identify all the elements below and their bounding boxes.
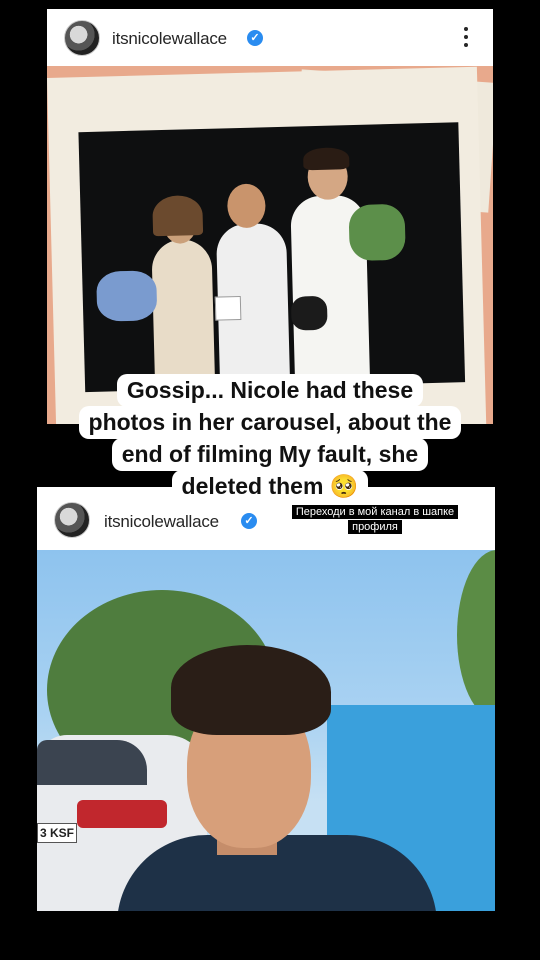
profile-avatar[interactable] bbox=[54, 502, 90, 538]
person-shirt bbox=[117, 835, 437, 911]
instagram-post-card-1: itsnicolewallace ✓ bbox=[47, 9, 493, 424]
instagram-post-card-2: itsnicolewallace ✓ 3 KSF bbox=[37, 487, 495, 911]
person-hair bbox=[171, 645, 331, 735]
polaroid-frame bbox=[47, 66, 487, 424]
username[interactable]: itsnicolewallace bbox=[104, 512, 219, 532]
car-taillight bbox=[77, 800, 167, 828]
caption-line-1: Gossip... Nicole had these bbox=[0, 374, 540, 407]
caption-line-4: deleted them 🥺 bbox=[0, 470, 540, 503]
tree-right bbox=[457, 550, 495, 720]
verified-badge-icon: ✓ bbox=[241, 513, 257, 529]
promo-line-2: профиля bbox=[348, 520, 402, 534]
username[interactable]: itsnicolewallace bbox=[112, 29, 227, 49]
post-photo bbox=[47, 66, 493, 424]
caption-line-2: photos in her carousel, about the bbox=[0, 406, 540, 439]
promo-line-1: Переходи в мой канал в шапке bbox=[291, 505, 459, 519]
clapperboard bbox=[214, 296, 242, 321]
polaroid-image bbox=[78, 122, 466, 393]
car-window bbox=[37, 740, 147, 785]
person-right-hair bbox=[302, 147, 350, 171]
dark-bouquet bbox=[290, 295, 328, 331]
post-header: itsnicolewallace ✓ bbox=[47, 9, 493, 65]
person-left-hair bbox=[152, 194, 204, 237]
bouquet-left bbox=[96, 270, 158, 322]
post-photo: 3 KSF bbox=[37, 550, 495, 911]
caption-line-3: end of filming My fault, she bbox=[0, 438, 540, 471]
person-left bbox=[151, 238, 216, 391]
bouquet-right bbox=[348, 203, 406, 262]
more-options-icon[interactable] bbox=[464, 27, 468, 51]
license-plate: 3 KSF bbox=[37, 823, 77, 843]
promo-overlay: Переходи в мой канал в шапке профиля bbox=[273, 505, 477, 535]
profile-avatar[interactable] bbox=[64, 20, 100, 56]
person-middle-head bbox=[226, 183, 266, 229]
verified-badge-icon: ✓ bbox=[247, 30, 263, 46]
